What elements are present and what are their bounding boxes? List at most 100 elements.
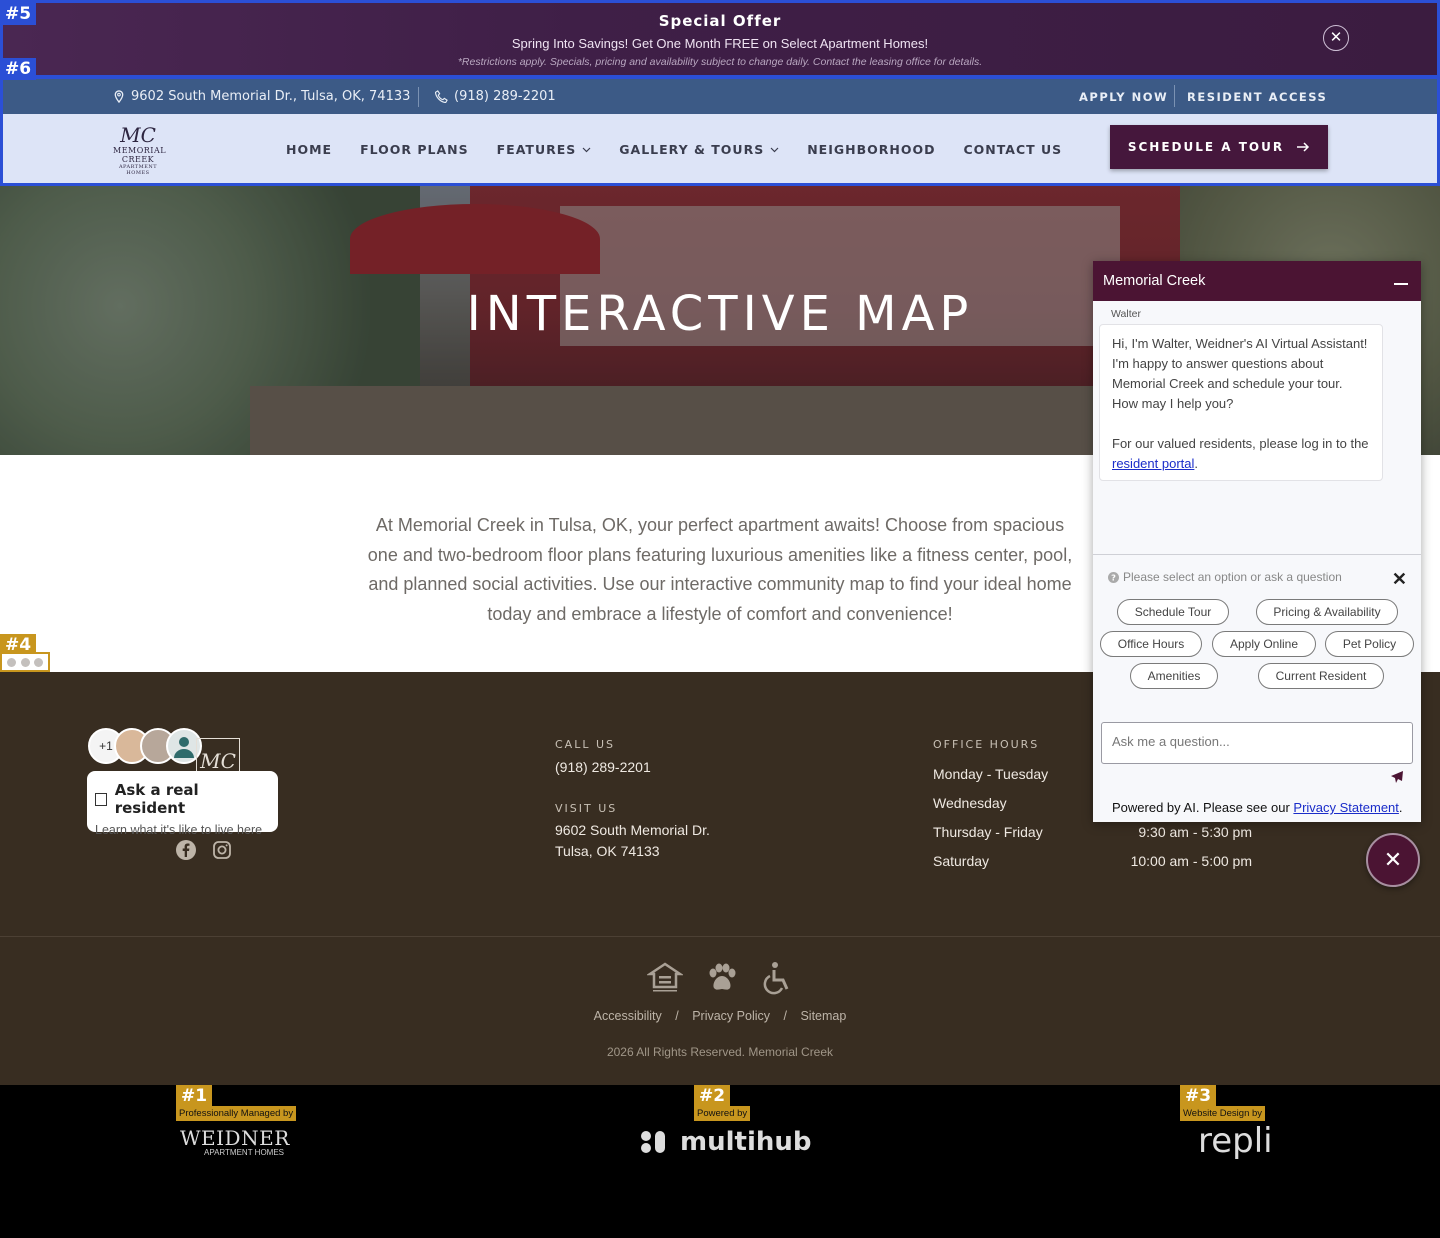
chat-widget: Memorial Creek Walter Hi, I'm Walter, We… [1093,261,1421,822]
chat-disclaimer: Powered by AI. Please see our Privacy St… [1112,800,1403,815]
chip-amenities[interactable]: Amenities [1130,663,1218,689]
chip-apply-online[interactable]: Apply Online [1212,631,1316,657]
hours-time: 10:00 am - 5:00 pm [1130,853,1252,869]
apply-now-link[interactable]: APPLY NOW [1079,90,1168,104]
annotation-tag: #2 [694,1085,731,1107]
credit-label: Professionally Managed by [176,1106,297,1121]
special-offer-banner: Special Offer Spring Into Savings! Get O… [0,0,1440,78]
divider [1174,85,1175,107]
chat-hint: ? Please select an option or ask a quest… [1108,570,1342,584]
arrow-right-icon [1297,142,1310,152]
chip-current-resident[interactable]: Current Resident [1258,663,1384,689]
offer-close-button[interactable]: ✕ [1323,25,1349,51]
chip-office-hours[interactable]: Office Hours [1100,631,1202,657]
weidner-logo[interactable]: WEIDNER APARTMENT HOMES [180,1128,290,1157]
social-links [176,840,232,860]
chat-title: Memorial Creek [1103,273,1206,289]
annotation-tag: #1 [176,1085,213,1107]
credit-label: Powered by [694,1106,751,1121]
chevron-down-icon [582,147,591,152]
nav-item-contact-us[interactable]: CONTACT US [963,142,1062,157]
carousel-dot[interactable] [6,657,16,667]
chat-message: Hi, I'm Walter, Weidner's AI Virtual Ass… [1099,324,1383,481]
link-separator: / [783,1009,787,1023]
nav-item-floor-plans[interactable]: FLOOR PLANS [360,142,469,157]
office-hours-label: OFFICE HOURS [933,738,1040,751]
hours-day: Saturday [933,853,990,869]
send-icon[interactable] [1390,770,1404,784]
annotation-tag: #3 [1180,1085,1217,1107]
carousel-dot[interactable] [34,657,44,667]
footer-address-line-1[interactable]: 9602 South Memorial Dr. [555,820,710,841]
logo-line-3: APARTMENT HOMES [118,164,158,176]
ask-subtitle: Learn what it's like to live here [95,823,263,837]
footer-phone[interactable]: (918) 289-2201 [555,757,651,778]
minimize-icon[interactable] [1394,283,1408,285]
help-icon: ? [1108,571,1119,583]
instagram-icon[interactable] [212,840,232,860]
accessibility-icon [759,961,795,995]
multihub-brand: multihub [680,1127,812,1157]
privacy-statement-link[interactable]: Privacy Statement [1293,800,1399,815]
nav-label: NEIGHBORHOOD [807,142,936,157]
nav-item-home[interactable]: HOME [286,142,332,157]
annotation-tag: #6 [0,58,37,80]
nav-label: CONTACT US [963,142,1063,157]
carousel-dot[interactable] [20,657,30,667]
nav-label: FEATURES [496,142,577,157]
chip-pet-policy[interactable]: Pet Policy [1325,631,1414,657]
hours-day: Wednesday [933,795,1007,811]
chip-schedule-tour[interactable]: Schedule Tour [1117,599,1229,625]
svg-text:?: ? [1111,572,1116,582]
nav-item-features[interactable]: FEATURES [497,142,592,157]
resident-access-link[interactable]: RESIDENT ACCESS [1187,90,1327,104]
multihub-logo[interactable]: multihub [640,1127,812,1157]
logo-line-1: MEMORIAL [113,146,167,155]
resident-portal-link[interactable]: resident portal [1112,456,1194,471]
chip-pricing[interactable]: Pricing & Availability [1256,599,1398,625]
footer-address-line-2[interactable]: Tulsa, OK 74133 [555,841,660,862]
cta-label: SCHEDULE A TOUR [1127,140,1285,154]
offer-fine-print: *Restrictions apply. Specials, pricing a… [457,56,983,68]
nav-item-gallery-tours[interactable]: GALLERY & TOURS [619,142,779,157]
chevron-down-icon [770,147,779,152]
chat-close-button[interactable]: ✕ [1366,833,1420,887]
accessibility-link[interactable]: Accessibility [594,1009,662,1023]
link-separator: / [675,1009,679,1023]
schedule-tour-button[interactable]: SCHEDULE A TOUR [1110,125,1328,169]
nav-menu: HOME FLOOR PLANS FEATURES GALLERY & TOUR… [286,142,1090,157]
phone-icon [435,90,448,103]
hours-day: Monday - Tuesday [933,766,1049,782]
ask-title: Ask a real resident [114,781,199,817]
repli-logo[interactable]: repli [1198,1121,1273,1161]
address-link[interactable]: 9602 South Memorial Dr., Tulsa, OK, 7413… [113,89,410,104]
chat-input[interactable]: Ask me a question... [1101,722,1413,764]
site-logo[interactable]: MC MEMORIAL CREEK APARTMENT HOMES [113,123,167,176]
footer-links: Accessibility / Privacy Policy / Sitemap [0,1009,1440,1023]
call-us-label: CALL US [555,738,615,751]
carousel-dots [0,652,50,672]
sitemap-link[interactable]: Sitemap [800,1009,846,1023]
site-header: 9602 South Memorial Dr., Tulsa, OK, 7413… [0,76,1440,186]
close-options-icon[interactable]: ✕ [1392,569,1407,590]
logo-monogram: MC [120,123,156,147]
logo-line-2: CREEK [121,155,155,164]
privacy-policy-link[interactable]: Privacy Policy [692,1009,770,1023]
facebook-icon[interactable] [176,840,196,860]
chat-bubble-icon [95,792,107,806]
annotation-tag: #5 [0,3,37,25]
user-icon [174,737,194,758]
resident-avatars[interactable]: +1 [88,728,202,764]
chat-header: Memorial Creek [1093,261,1421,301]
credit-label: Website Design by [1180,1106,1266,1121]
compliance-icons [645,961,795,995]
address-text: 9602 South Memorial Dr., Tulsa, OK, 7413… [131,89,411,104]
nav-item-neighborhood[interactable]: NEIGHBORHOOD [807,142,935,157]
offer-text: Spring Into Savings! Get One Month FREE … [511,36,929,51]
chat-message-text: Hi, I'm Walter, Weidner's AI Virtual Ass… [1112,336,1368,411]
visit-us-label: VISIT US [555,802,618,815]
phone-link[interactable]: (918) 289-2201 [435,89,556,104]
intro-text: At Memorial Creek in Tulsa, OK, your per… [367,515,1073,624]
ask-resident-widget[interactable]: Ask a real resident Learn what it's like… [87,771,278,837]
nav-label: FLOOR PLANS [360,142,469,157]
